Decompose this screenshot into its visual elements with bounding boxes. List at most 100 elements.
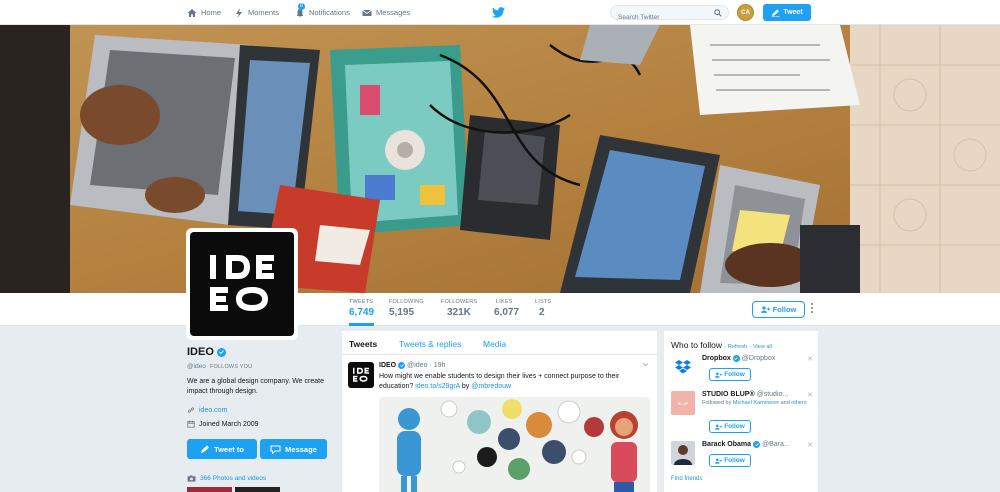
view-all-link[interactable]: View all — [753, 344, 772, 350]
tab-media[interactable]: Media — [483, 339, 506, 349]
stat-likes-value: 6,077 — [494, 307, 520, 318]
followed-by-prefix: Followed by — [702, 400, 733, 406]
tweet-item[interactable]: IDEO @ideo · 19h How might we enable stu… — [342, 356, 657, 492]
tab-tweets-replies[interactable]: Tweets & replies — [399, 339, 461, 349]
timeline: Tweets Tweets & replies Media IDEO @ideo… — [342, 331, 657, 492]
stat-likes[interactable]: LIKES 6,077 — [494, 299, 520, 318]
add-user-icon — [715, 458, 723, 464]
stat-tweets-value: 6,749 — [349, 307, 375, 318]
add-user-icon — [715, 372, 723, 378]
user-avatar[interactable]: CA — [737, 4, 754, 21]
photo-thumbnail[interactable] — [187, 487, 232, 492]
ideo-logo-mark — [210, 255, 274, 311]
suggestion-name[interactable]: STUDIO BLUP® @studio... — [702, 391, 788, 398]
tweet-time[interactable]: · 19h — [429, 362, 445, 369]
dropbox-avatar[interactable] — [671, 355, 695, 379]
suggestion-handle: @studio... — [756, 391, 789, 398]
stat-followers-value: 321K — [447, 307, 471, 318]
stat-followers-label: FOLLOWERS — [441, 299, 478, 305]
photos-videos-link[interactable]: 366 Photos and videos — [187, 475, 266, 482]
tweet-to-button[interactable]: Tweet to — [187, 439, 257, 459]
nav-notifications-label: Notifications — [309, 8, 350, 17]
stat-lists-value: 2 — [539, 307, 545, 318]
barack-obama-avatar[interactable] — [671, 441, 695, 465]
follow-button[interactable]: Follow — [752, 301, 805, 318]
suggestion-follow-button[interactable]: Follow — [709, 368, 751, 381]
twitter-bird-icon[interactable] — [492, 7, 505, 18]
ideo-logo-mark — [353, 367, 369, 382]
find-friends-link[interactable]: Find friends — [671, 476, 702, 482]
stat-tweets-label: TWEETS — [349, 299, 374, 305]
photos-videos-text[interactable]: 366 Photos and videos — [200, 475, 266, 482]
photo-thumbnail[interactable] — [235, 487, 280, 492]
suggestion-name[interactable]: Dropbox @Dropbox — [702, 355, 775, 362]
tweet-to-label: Tweet to — [214, 444, 244, 454]
suggestion-follow-button[interactable]: Follow — [709, 420, 751, 433]
followed-by-others-link[interactable]: others — [791, 400, 806, 406]
add-user-icon — [760, 306, 770, 313]
stat-following[interactable]: FOLLOWING 5,195 — [389, 299, 424, 318]
profile-avatar[interactable] — [186, 228, 298, 340]
profile-bio: We are a global design company. We creat… — [187, 378, 324, 395]
tweet-media-image[interactable] — [379, 397, 650, 492]
suggestion-name[interactable]: Barack Obama @Bara... — [702, 441, 790, 448]
top-navigation: Home Moments Notifications 8 Messages CA… — [0, 0, 1000, 25]
follows-you-label: FOLLOWS YOU — [209, 364, 253, 370]
profile-website[interactable]: ideo.com — [187, 406, 227, 414]
stat-tweets[interactable]: TWEETS 6,749 — [349, 299, 375, 326]
chevron-down-icon[interactable] — [642, 362, 649, 367]
compose-tweet-button[interactable]: Tweet — [763, 4, 811, 21]
tweet-avatar[interactable] — [348, 362, 374, 388]
refresh-link[interactable]: Refresh — [728, 344, 747, 350]
who-to-follow-title: Who to follow — [671, 340, 723, 350]
stat-lists-label: LISTS — [535, 299, 552, 305]
suggestion-name-text[interactable]: Dropbox — [702, 355, 731, 362]
verified-badge-icon — [398, 362, 406, 369]
followed-by-user-link[interactable]: Michael Kammerer — [733, 400, 779, 406]
suggestion-name-text[interactable]: Barack Obama — [702, 441, 751, 448]
followed-by-text: Followed by Michael Kammerer and others — [702, 400, 817, 407]
dismiss-icon[interactable]: ✕ — [807, 355, 813, 363]
studio-blup-avatar[interactable]: BLUP — [671, 391, 695, 415]
add-user-icon — [715, 424, 723, 430]
nav-moments-label: Moments — [248, 8, 279, 17]
compose-tweet-label: Tweet — [783, 9, 803, 16]
follow-button-label: Follow — [772, 305, 797, 314]
suggestion-name-text[interactable]: STUDIO BLUP® — [702, 391, 755, 398]
verified-badge-icon — [753, 441, 761, 448]
tweet-illustration — [379, 397, 650, 492]
link-icon — [187, 407, 195, 413]
nav-moments[interactable]: Moments — [234, 0, 279, 25]
profile-handle-text: @ideo — [187, 363, 206, 370]
nav-messages[interactable]: Messages — [362, 0, 410, 25]
tweet-link[interactable]: ideo.to/s29grA — [415, 383, 460, 390]
search-input[interactable] — [611, 11, 706, 24]
search-box — [610, 5, 729, 24]
dropbox-logo-icon — [675, 360, 691, 374]
nav-messages-label: Messages — [376, 8, 411, 17]
notification-count-badge: 8 — [298, 3, 305, 10]
profile-website-text[interactable]: ideo.com — [199, 407, 227, 414]
nav-home[interactable]: Home — [187, 0, 221, 25]
compose-icon — [771, 8, 780, 17]
more-options-icon[interactable] — [809, 303, 815, 317]
envelope-icon — [362, 9, 372, 16]
tab-tweets[interactable]: Tweets — [349, 339, 377, 349]
dismiss-icon[interactable]: ✕ — [807, 441, 813, 449]
tweet-mention[interactable]: @mbredouw — [471, 383, 511, 390]
tweet-author-name[interactable]: IDEO — [379, 362, 396, 369]
suggestion-follow-button[interactable]: Follow — [709, 454, 751, 467]
message-button[interactable]: Message — [260, 439, 327, 459]
search-icon[interactable] — [714, 9, 722, 17]
verified-badge-icon — [216, 347, 226, 357]
tweet-author-handle[interactable]: @ideo — [407, 362, 427, 369]
profile-nav-bar: TWEETS 6,749 FOLLOWING 5,195 FOLLOWERS 3… — [0, 293, 1000, 326]
stat-lists[interactable]: LISTS 2 — [535, 299, 551, 318]
who-to-follow-header: Who to follow · Refresh · View all — [671, 340, 772, 350]
tweet-text-by: by — [459, 383, 472, 390]
dismiss-icon[interactable]: ✕ — [807, 391, 813, 399]
stat-followers[interactable]: FOLLOWERS 321K — [441, 299, 477, 318]
stat-likes-label: LIKES — [496, 299, 513, 305]
profile-handle: @ideo FOLLOWS YOU — [187, 363, 252, 370]
suggestion-handle: @Bara... — [762, 441, 790, 448]
